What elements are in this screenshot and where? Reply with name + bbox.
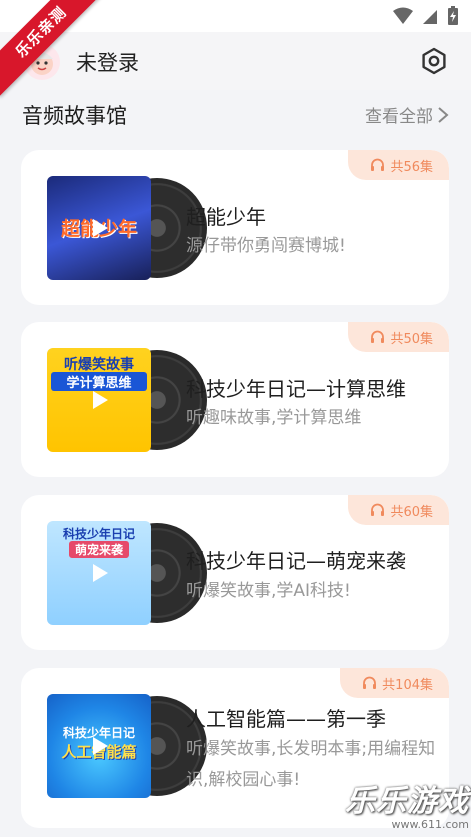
- cover[interactable]: 科技少年日记 人工智能篇: [47, 694, 207, 798]
- status-icons: [393, 6, 459, 26]
- cover[interactable]: 超能少年: [47, 176, 207, 280]
- cover-image: 听爆笑故事 学计算思维: [47, 348, 151, 452]
- card-title: 科技少年日记—计算思维: [186, 377, 406, 401]
- wifi-icon: [393, 7, 413, 24]
- card-description: 听爆笑故事,学AI科技!: [186, 581, 351, 601]
- cover-image: 科技少年日记 萌宠来袭: [47, 521, 151, 625]
- headphones-icon: [371, 158, 385, 171]
- header: 未登录: [0, 32, 471, 90]
- card-description: 源仔带你勇闯赛博城!: [186, 236, 346, 256]
- battery-icon: [448, 6, 458, 25]
- settings-button[interactable]: [420, 47, 448, 75]
- watermark-brand: 乐乐游戏: [345, 784, 469, 819]
- episode-badge: 共60集: [348, 495, 449, 525]
- story-card[interactable]: 共56集 超能少年 超能少年 源仔带你勇闯赛博城!: [21, 150, 449, 305]
- card-title: 人工智能篇——第一季: [186, 707, 386, 731]
- cover-subtitle: 萌宠来袭: [69, 541, 129, 558]
- login-status[interactable]: 未登录: [76, 47, 139, 77]
- watermark: 乐乐游戏 www.611.com: [345, 776, 469, 831]
- headphones-icon: [371, 503, 385, 516]
- view-all-link[interactable]: 查看全部: [365, 102, 449, 127]
- episode-count: 共104集: [382, 677, 433, 693]
- cover[interactable]: 科技少年日记 萌宠来袭: [47, 521, 207, 625]
- episode-badge: 共56集: [348, 150, 449, 180]
- cover-title: 听爆笑故事: [64, 357, 134, 373]
- headphones-icon: [371, 330, 385, 343]
- card-title: 科技少年日记—萌宠来袭: [186, 549, 406, 573]
- play-icon[interactable]: [87, 388, 111, 412]
- signal-icon: [423, 10, 437, 24]
- episode-count: 共56集: [390, 159, 433, 175]
- cover[interactable]: 听爆笑故事 学计算思维: [47, 348, 207, 452]
- play-icon[interactable]: [87, 216, 111, 240]
- view-all-label: 查看全部: [365, 107, 433, 127]
- episode-count: 共60集: [390, 504, 433, 520]
- card-description: 听趣味故事,学计算思维: [186, 408, 362, 428]
- card-title: 超能少年: [186, 205, 266, 229]
- episode-count: 共50集: [390, 331, 433, 347]
- section-title: 音频故事馆: [22, 104, 127, 128]
- settings-icon: [422, 47, 446, 75]
- headphones-icon: [363, 676, 377, 689]
- episode-badge: 共104集: [340, 668, 449, 698]
- story-card[interactable]: 共60集 科技少年日记 萌宠来袭 科技少年日记—萌宠来袭 听爆笑故事,学AI科技…: [21, 495, 449, 650]
- story-card[interactable]: 共50集 听爆笑故事 学计算思维 科技少年日记—计算思维 听趣味故事,学计算思维: [21, 322, 449, 477]
- episode-badge: 共50集: [348, 322, 449, 352]
- cover-image: 科技少年日记 人工智能篇: [47, 694, 151, 798]
- cover-image: 超能少年: [47, 176, 151, 280]
- cover-title: 科技少年日记: [62, 527, 135, 541]
- chevron-right-icon: [438, 106, 449, 123]
- play-icon[interactable]: [87, 561, 111, 585]
- play-icon[interactable]: [87, 734, 111, 758]
